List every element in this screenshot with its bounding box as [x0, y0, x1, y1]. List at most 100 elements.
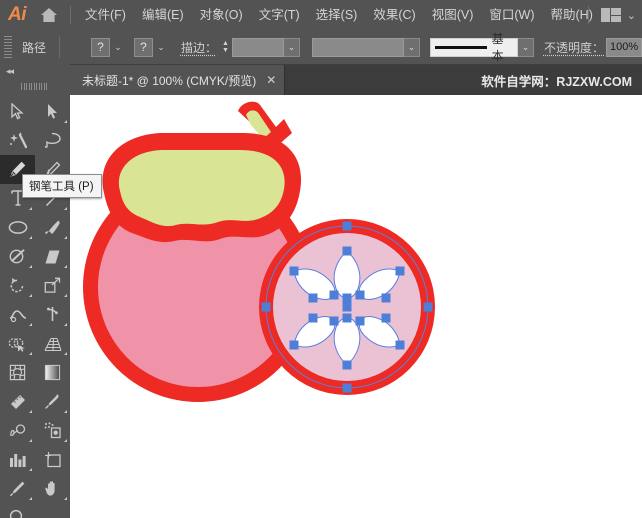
fill-color-swatch[interactable]: ? [90, 37, 110, 57]
tool-measure-tool[interactable] [0, 387, 35, 416]
control-bar-grip[interactable] [2, 36, 12, 58]
tool-row [0, 97, 70, 126]
tool-blend-tool[interactable] [0, 416, 35, 445]
tool-direct-selection-tool[interactable] [35, 97, 70, 126]
tool-paintbrush-tool[interactable] [35, 213, 70, 242]
anchor-point[interactable] [329, 290, 339, 300]
anchor-point-center[interactable] [342, 302, 352, 312]
brush-chevron-icon[interactable]: ⌄ [403, 37, 420, 57]
tool-flyout-indicator [29, 497, 32, 500]
control-divider-1 [59, 36, 60, 58]
tool-flyout-indicator [64, 497, 67, 500]
anchor-point[interactable] [289, 266, 299, 276]
menu-item-view[interactable]: 视图(V) [424, 0, 482, 30]
menu-item-window[interactable]: 窗口(W) [481, 0, 542, 30]
anchor-point[interactable] [381, 313, 391, 323]
tool-zoom-tool[interactable] [0, 503, 35, 518]
tool-row [0, 358, 70, 387]
anchor-point[interactable] [342, 383, 352, 393]
menu-item-effect[interactable]: 效果(C) [365, 0, 423, 30]
tool-rotate-tool[interactable] [0, 271, 35, 300]
tool-eyedropper-tool[interactable] [35, 387, 70, 416]
graphic-style-chevron-icon[interactable]: ⌄ [517, 37, 534, 57]
stroke-color-swatch[interactable]: ? [133, 37, 153, 57]
tool-flyout-indicator [64, 265, 67, 268]
tool-flyout-indicator [64, 294, 67, 297]
tool-free-transform-tool[interactable] [35, 300, 70, 329]
tool-lasso-tool[interactable] [35, 126, 70, 155]
brush-definition-input[interactable] [311, 37, 404, 57]
toolbar-grip[interactable] [21, 82, 49, 90]
anchor-point[interactable] [342, 360, 352, 370]
anchor-point[interactable] [342, 221, 352, 231]
graphic-style-input[interactable]: 基本 [429, 32, 518, 63]
tool-flyout-indicator [29, 468, 32, 471]
home-icon[interactable] [34, 0, 64, 30]
tool-symbol-sprayer-tool[interactable] [35, 416, 70, 445]
anchor-point[interactable] [342, 313, 352, 323]
tool-magic-wand-tool[interactable] [0, 126, 35, 155]
document-tab-bar: 未标题-1* @ 100% (CMYK/预览) ✕ 软件自学网：RJZXW.CO… [0, 65, 642, 95]
menu-item-select[interactable]: 选择(S) [308, 0, 366, 30]
tools-panel: ↰ [0, 95, 70, 518]
fill-dropdown-chevron-icon[interactable]: ⌄ [110, 38, 126, 57]
anchor-point[interactable] [308, 313, 318, 323]
mangosteen-illustration[interactable] [70, 95, 642, 518]
collapse-panel-icon[interactable]: ◂◂ [6, 66, 14, 77]
stroke-weight-chevron-icon[interactable]: ⌄ [283, 37, 300, 57]
pen-tool-tooltip: 钢笔工具 (P) [22, 174, 102, 198]
tool-flyout-indicator [29, 236, 32, 239]
menu-item-object[interactable]: 对象(O) [192, 0, 251, 30]
tool-flyout-indicator [29, 294, 32, 297]
stroke-weight-stepper[interactable]: ▲ ▼ [219, 37, 232, 57]
anchor-point[interactable] [342, 293, 352, 303]
tool-gradient-tool[interactable] [35, 358, 70, 387]
stepper-down-icon: ▼ [222, 47, 229, 54]
tool-flyout-indicator [29, 207, 32, 210]
anchor-point[interactable] [381, 293, 391, 303]
anchor-point[interactable] [308, 293, 318, 303]
menu-item-list: 文件(F) 编辑(E) 对象(O) 文字(T) 选择(S) 效果(C) 视图(V… [77, 0, 601, 30]
anchor-point[interactable] [329, 316, 339, 326]
tool-mesh-tool[interactable] [0, 358, 35, 387]
menu-item-file[interactable]: 文件(F) [77, 0, 134, 30]
tool-scale-tool[interactable] [35, 271, 70, 300]
stroke-weight-input[interactable] [231, 37, 284, 57]
tool-selection-tool[interactable] [0, 97, 35, 126]
document-tab-title: 未标题-1* @ 100% (CMYK/预览) [82, 73, 257, 88]
tool-row [0, 474, 70, 503]
anchor-point[interactable] [289, 340, 299, 350]
workspace-switcher[interactable]: ⌄ [582, 0, 636, 30]
tool-perspective-grid-tool[interactable] [35, 329, 70, 358]
document-tab[interactable]: 未标题-1* @ 100% (CMYK/预览) ✕ [70, 65, 286, 95]
tool-row [0, 445, 70, 474]
opacity-label: 不透明度： [543, 40, 604, 55]
tool-ellipse-tool[interactable] [0, 213, 35, 242]
tool-flyout-indicator [64, 410, 67, 413]
tool-artboard-tool[interactable] [35, 445, 70, 474]
anchor-point[interactable] [342, 246, 352, 256]
tool-hand-tool[interactable] [35, 474, 70, 503]
anchor-point[interactable] [355, 290, 365, 300]
stroke-dropdown-chevron-icon[interactable]: ⌄ [153, 38, 169, 57]
anchor-point[interactable] [261, 302, 271, 312]
tool-eraser-tool[interactable] [35, 242, 70, 271]
tool-width-tool[interactable] [0, 300, 35, 329]
menu-item-type[interactable]: 文字(T) [251, 0, 308, 30]
tool-flyout-indicator [64, 323, 67, 326]
tool-shaper-tool[interactable] [0, 242, 35, 271]
tool-shape-builder-tool[interactable] [0, 329, 35, 358]
menu-item-edit[interactable]: 编辑(E) [134, 0, 192, 30]
watermark-text: 软件自学网：RJZXW.COM [481, 74, 632, 89]
anchor-point[interactable] [395, 340, 405, 350]
anchor-point[interactable] [395, 266, 405, 276]
tool-slice-tool[interactable] [0, 474, 35, 503]
tool-column-graph-tool[interactable] [0, 445, 35, 474]
canvas-area[interactable] [70, 95, 642, 518]
anchor-point[interactable] [355, 316, 365, 326]
anchor-point[interactable] [423, 302, 433, 312]
close-icon[interactable]: ✕ [266, 74, 276, 86]
tool-flyout-indicator [64, 236, 67, 239]
opacity-input[interactable]: 100% [606, 37, 642, 57]
tool-row [0, 300, 70, 329]
